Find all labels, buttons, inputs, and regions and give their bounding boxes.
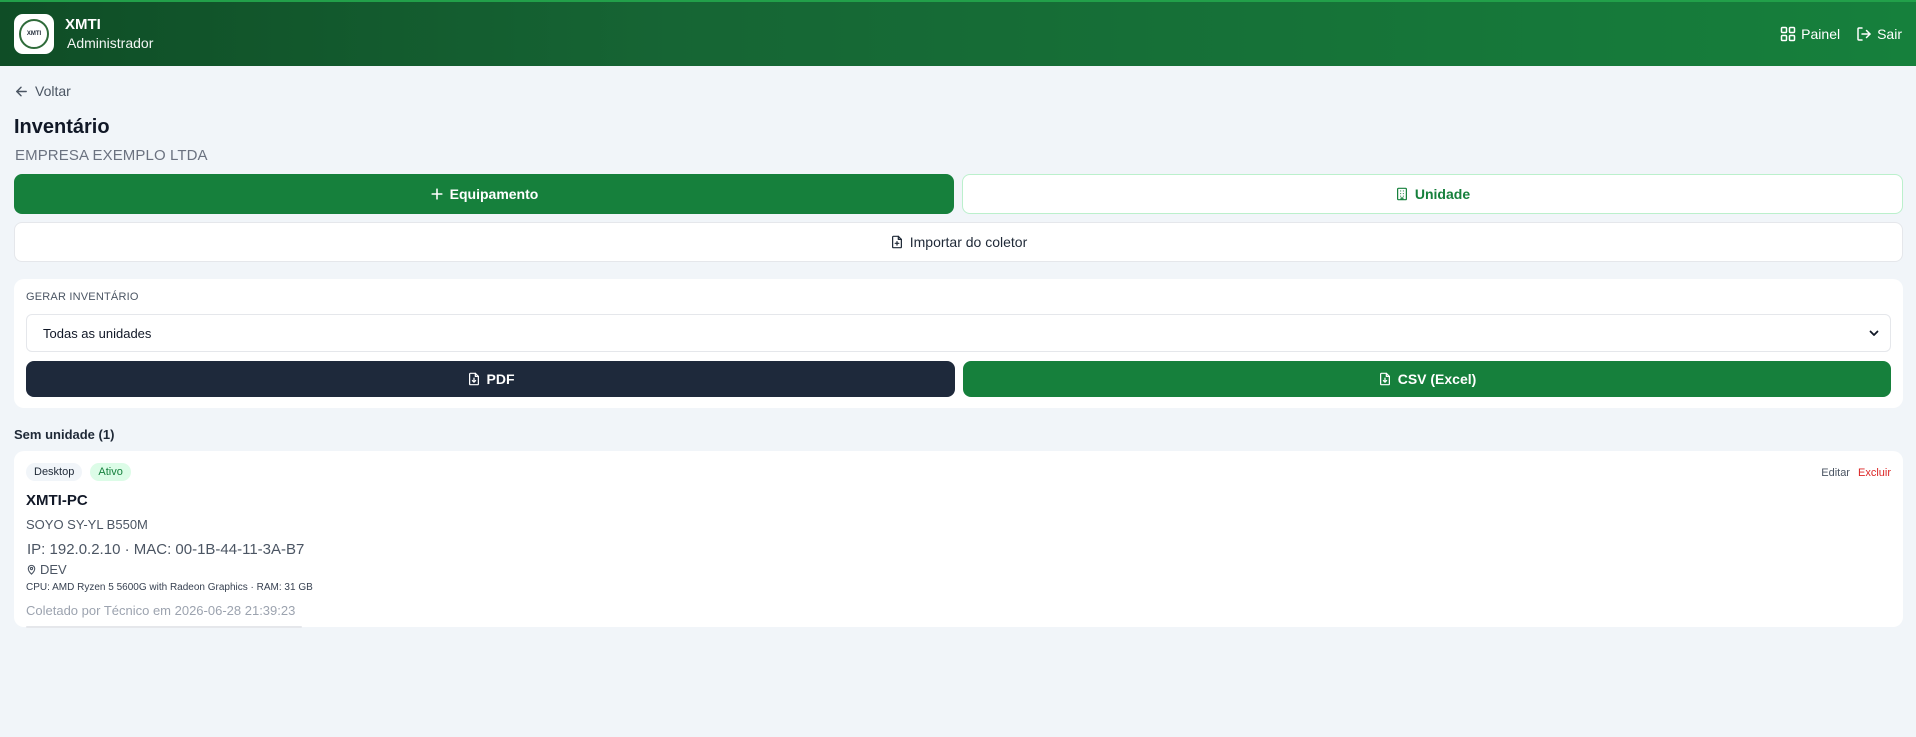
logout-link[interactable]: Sair [1856, 26, 1902, 42]
status-badge: Ativo [90, 463, 131, 481]
logo-text: XMTI [26, 31, 42, 37]
map-pin-icon [27, 564, 36, 575]
back-link[interactable]: Voltar [14, 83, 71, 99]
page-title: Inventário [14, 116, 110, 138]
add-unit-label: Unidade [1414, 186, 1471, 202]
card-scrollbar[interactable] [26, 626, 302, 628]
file-download-icon [468, 372, 479, 386]
top-actions: Painel Sair [1780, 26, 1902, 42]
equipment-network: IP: 192.0.2.10 · MAC: 00-1B-44-11-3A-B7 [27, 541, 305, 558]
edit-link[interactable]: Editar [1821, 467, 1850, 479]
add-unit-button[interactable]: Unidade [962, 174, 1903, 214]
equipment-badges: Desktop Ativo [26, 463, 131, 481]
plus-icon [431, 188, 443, 200]
file-plus-icon [891, 235, 902, 249]
user-role: Administrador [67, 35, 154, 51]
csv-label: CSV (Excel) [1397, 371, 1477, 387]
panel-label: Painel [1801, 26, 1841, 42]
arrow-left-icon [16, 86, 27, 96]
brand-text: XMTI Administrador [65, 16, 153, 52]
back-label: Voltar [35, 83, 71, 99]
import-label: Importar do coletor [909, 234, 1028, 250]
building-icon [1396, 187, 1407, 201]
unit-select-value: Todas as unidades [43, 325, 152, 341]
chevron-down-icon [1869, 330, 1879, 336]
group-title: Sem unidade (1) [14, 427, 115, 442]
app-logo: XMTI [14, 14, 54, 54]
logo-emblem: XMTI [19, 19, 49, 49]
company-name: EMPRESA EXEMPLO LTDA [15, 147, 208, 164]
export-pdf-button[interactable]: PDF [26, 361, 955, 397]
equipment-card: Desktop Ativo Editar Excluir XMTI-PC SOY… [14, 451, 1903, 628]
equipment-collected: Coletado por Técnico em 2026-06-28 21:39… [26, 603, 296, 618]
brand: XMTI XMTI Administrador [14, 14, 153, 54]
generate-inventory-panel: GERAR INVENTÁRIO Todas as unidades PDF C… [14, 279, 1903, 408]
card-actions: Editar Excluir [1821, 467, 1891, 479]
equipment-model: SOYO SY-YL B550M [26, 517, 148, 532]
pdf-label: PDF [486, 371, 515, 387]
file-download-icon [1379, 372, 1390, 386]
logout-label: Sair [1877, 26, 1902, 42]
add-equipment-button[interactable]: Equipamento [14, 174, 954, 214]
add-equipment-label: Equipamento [449, 186, 539, 202]
export-csv-button[interactable]: CSV (Excel) [963, 361, 1891, 397]
equipment-specs: CPU: AMD Ryzen 5 5600G with Radeon Graph… [26, 582, 313, 593]
delete-link[interactable]: Excluir [1858, 467, 1891, 479]
location-label: DEV [40, 562, 67, 577]
type-badge: Desktop [26, 463, 83, 481]
panel-link[interactable]: Painel [1780, 26, 1840, 42]
generate-inventory-label: GERAR INVENTÁRIO [26, 291, 139, 303]
dashboard-grid-icon [1780, 26, 1796, 42]
equipment-location: DEV [26, 562, 67, 577]
unit-select[interactable]: Todas as unidades [26, 314, 1891, 352]
logout-icon [1857, 27, 1871, 41]
top-bar: XMTI XMTI Administrador Painel Sair [0, 0, 1916, 66]
equipment-hostname: XMTI-PC [26, 492, 88, 509]
app-name: XMTI [65, 16, 101, 33]
import-collector-button[interactable]: Importar do coletor [14, 222, 1903, 262]
